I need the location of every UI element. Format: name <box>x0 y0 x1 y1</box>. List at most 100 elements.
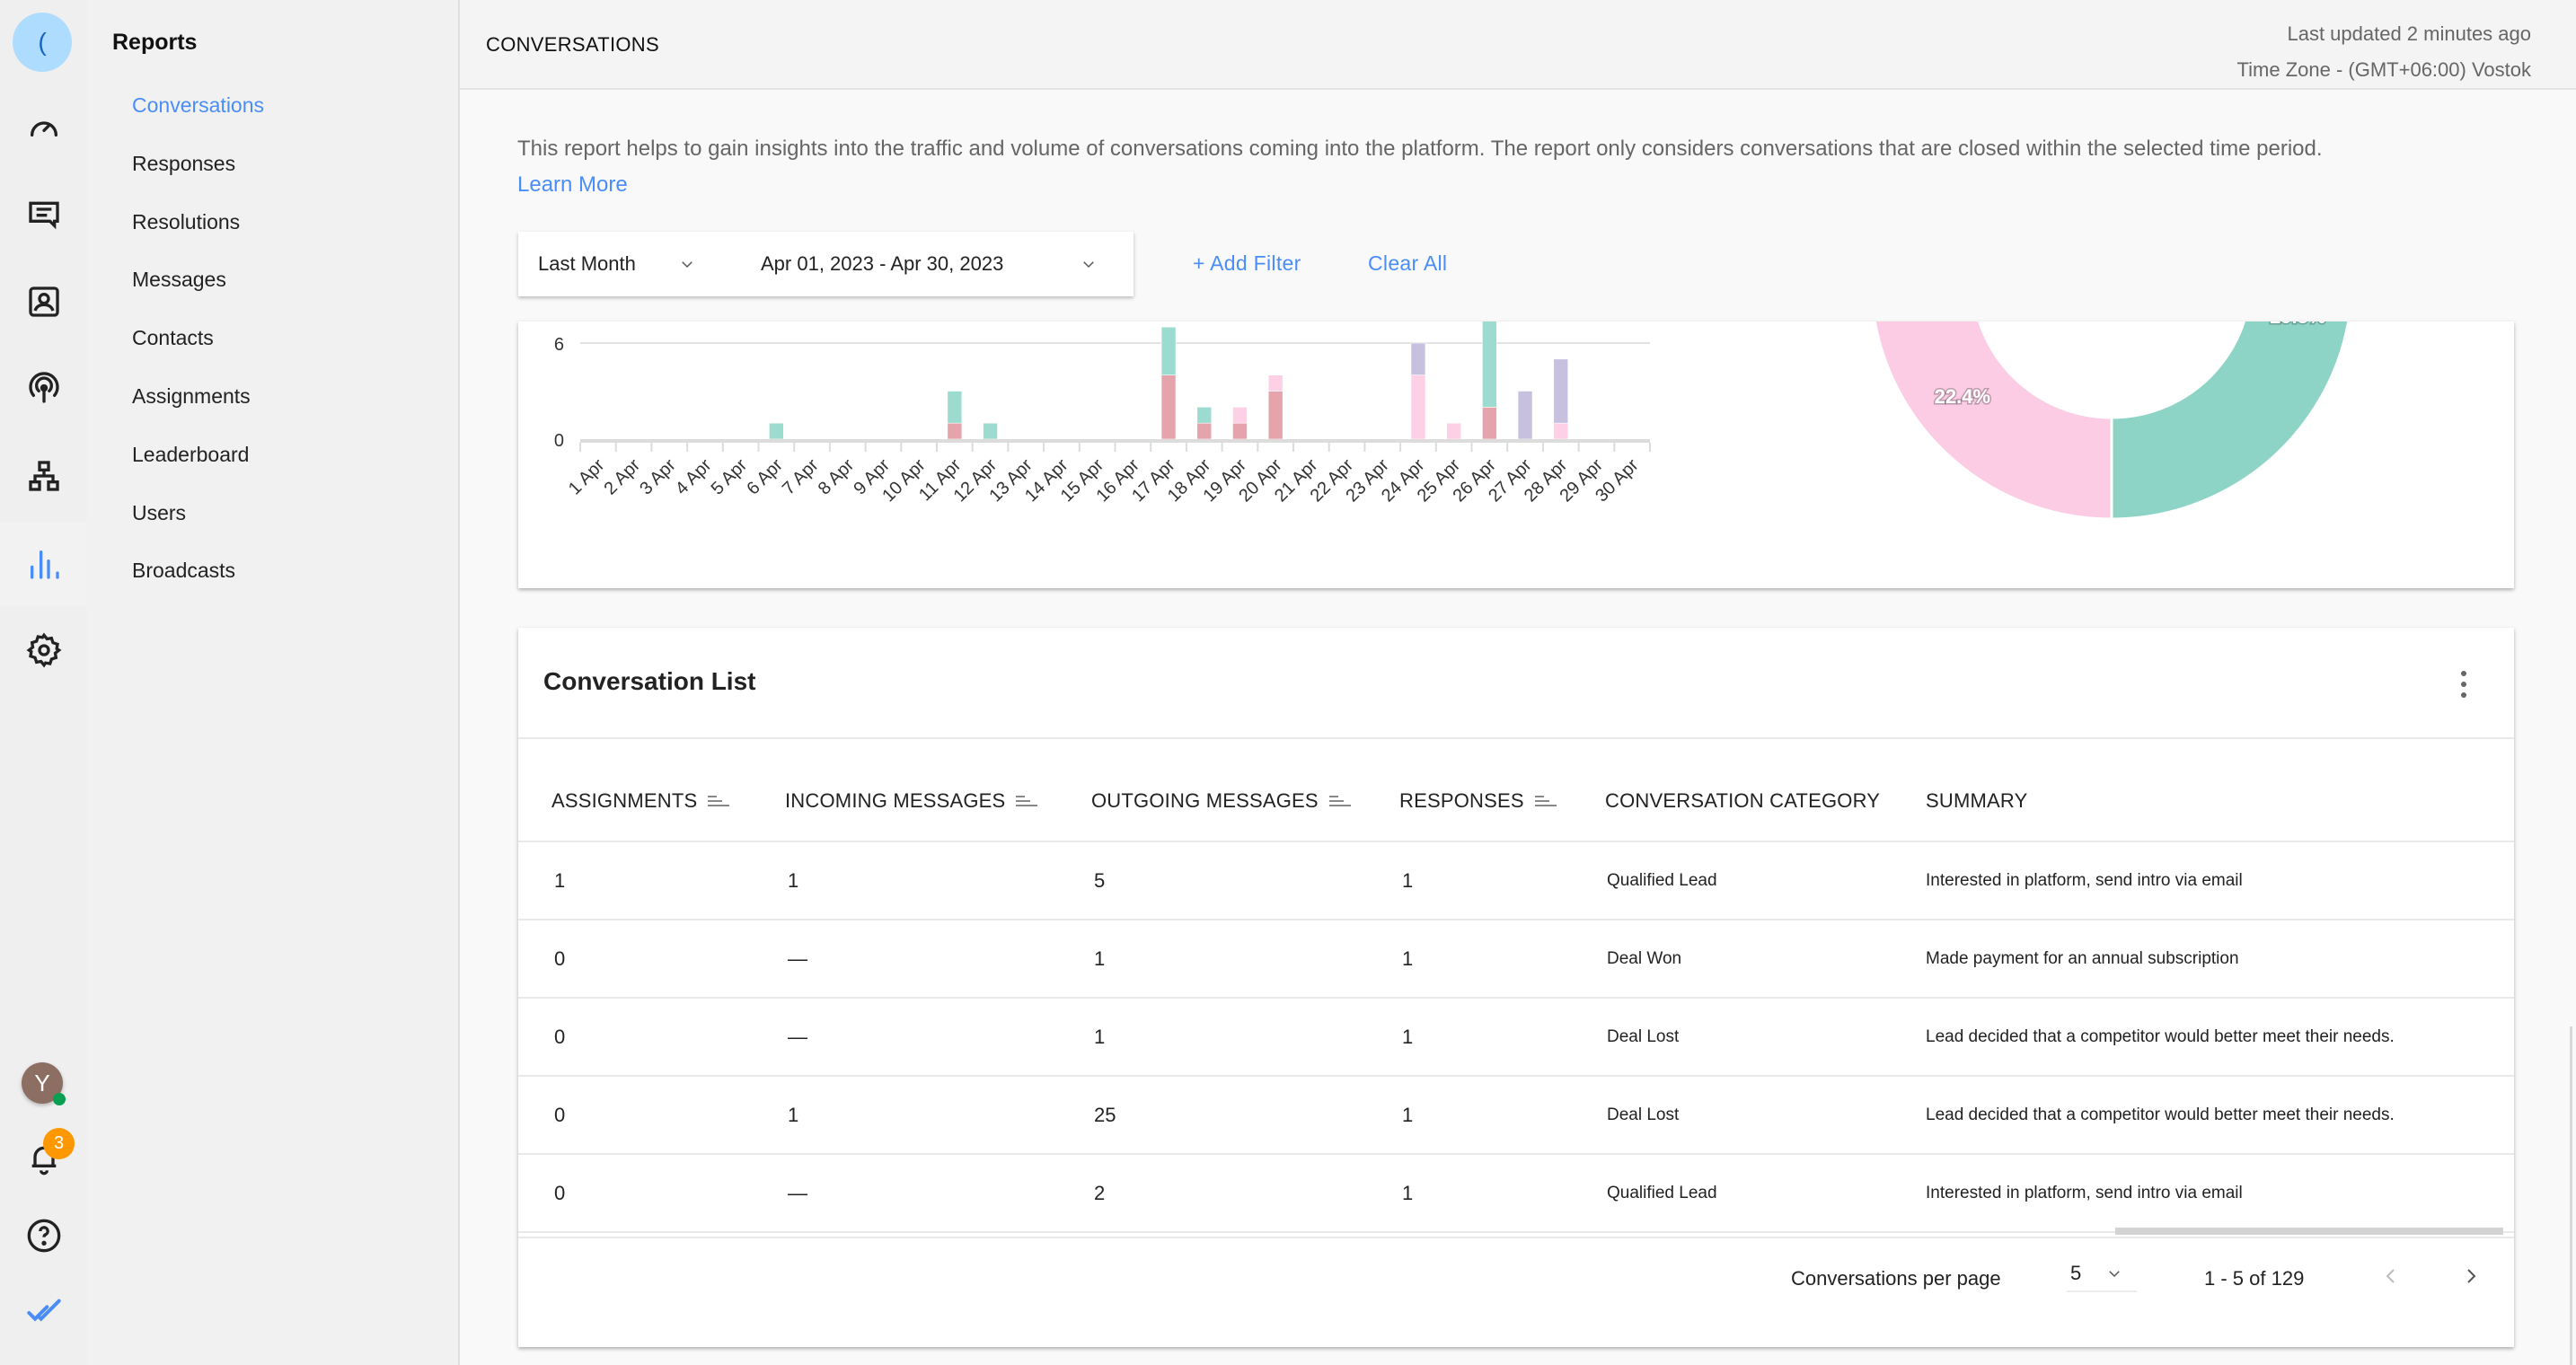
sidebar-item-leaderboard[interactable]: Leaderboard <box>132 443 249 467</box>
table-row[interactable]: 0 — 2 1 Qualified Lead Interested in platform… <box>518 1154 2514 1233</box>
bar-segment-teal <box>947 391 963 424</box>
horizontal-scrollbar[interactable] <box>2115 1228 2503 1235</box>
list-title: Conversation List <box>543 667 756 695</box>
contacts-nav-button[interactable] <box>0 260 87 343</box>
sidebar-item-contacts[interactable]: Contacts <box>132 326 214 350</box>
brand-logo[interactable]: ( <box>13 13 72 72</box>
bar-segment-pink <box>1232 407 1248 424</box>
x-tick-label: 4 Apr <box>672 455 716 499</box>
bar-segment-red <box>1160 374 1177 440</box>
sidebar-item-assignments[interactable]: Assignments <box>132 384 251 409</box>
x-tick-label: 6 Apr <box>743 455 787 499</box>
sort-icon[interactable] <box>1534 794 1557 808</box>
bar-segment-pink <box>1446 422 1461 440</box>
sidebar-item-users[interactable]: Users <box>132 501 186 525</box>
cell-outgoing-messages: 1 <box>1094 1026 1106 1048</box>
kebab-dot <box>2461 692 2466 698</box>
cell-assignments: 1 <box>554 869 566 892</box>
column-label: INCOMING MESSAGES <box>785 789 1006 812</box>
sort-icon[interactable] <box>1328 794 1351 808</box>
pagination-range: 1 - 5 of 129 <box>2204 1267 2305 1290</box>
sidebar-item-messages[interactable]: Messages <box>132 268 226 292</box>
sort-icon[interactable] <box>1016 794 1038 808</box>
divider <box>518 1237 2514 1238</box>
table-row[interactable]: 1 1 5 1 Qualified Lead Interested in platform… <box>518 841 2514 920</box>
cell-summary: Made payment for an annual subscription <box>1926 949 2239 968</box>
sidebar-item-responses[interactable]: Responses <box>132 152 235 176</box>
cell-incoming-messages: 1 <box>788 1104 799 1126</box>
cell-responses: 1 <box>1402 1182 1414 1204</box>
bar-segment-red <box>1267 391 1284 440</box>
x-tick-label: 2 Apr <box>601 455 645 499</box>
cell-incoming-messages: — <box>788 947 807 970</box>
report-description: This report helps to gain insights into … <box>517 131 2520 203</box>
column-header-responses[interactable]: RESPONSES <box>1399 789 1557 813</box>
table-row[interactable]: 0 — 1 1 Deal Lost Lead decided that a competi… <box>518 998 2514 1077</box>
chevron-down-icon <box>2109 1271 2121 1278</box>
more-options-button[interactable] <box>2458 671 2469 698</box>
bar-segment-red <box>1196 422 1213 440</box>
chevron-down-icon <box>682 261 693 269</box>
help-icon <box>27 1219 60 1253</box>
clear-all-button[interactable]: Clear All <box>1368 251 1447 276</box>
notification-count-badge: 3 <box>43 1128 75 1159</box>
settings-nav-button[interactable] <box>0 609 87 691</box>
help-button[interactable] <box>0 1194 87 1277</box>
header-meta: Last updated 2 minutes ago Time Zone - (… <box>2237 16 2531 88</box>
cell-assignments: 0 <box>554 1026 566 1048</box>
divider <box>518 737 2514 739</box>
reports-nav-button[interactable] <box>0 523 87 605</box>
dashboard-nav-button[interactable] <box>0 86 87 169</box>
bar-segment-teal <box>769 422 784 440</box>
user-avatar[interactable]: Y <box>22 1062 66 1105</box>
online-status-dot <box>53 1093 66 1105</box>
workflows-nav-button[interactable] <box>0 435 87 517</box>
donut-slice <box>1873 321 2113 521</box>
date-range-select[interactable]: Apr 01, 2023 - Apr 30, 2023 <box>761 252 1097 276</box>
donut-label: 29.3% <box>2270 321 2325 328</box>
double-check-logo-icon <box>26 1299 61 1322</box>
add-filter-button[interactable]: + Add Filter <box>1193 251 1301 276</box>
conversations-icon <box>28 201 59 230</box>
period-select[interactable]: Last Month <box>538 252 745 276</box>
bar-segment-purple <box>1517 391 1533 440</box>
column-label: CONVERSATION CATEGORY <box>1605 789 1881 812</box>
column-header-assignments[interactable]: ASSIGNMENTS <box>551 789 730 813</box>
sidebar-item-broadcasts[interactable]: Broadcasts <box>132 559 235 583</box>
bar-segment-pink <box>1553 422 1569 440</box>
column-header-summary: SUMMARY <box>1926 789 2027 813</box>
broadcasts-nav-button[interactable] <box>0 347 87 429</box>
sort-icon[interactable] <box>708 794 730 808</box>
previous-page-button[interactable] <box>2380 1265 2402 1287</box>
cell-outgoing-messages: 5 <box>1094 869 1106 892</box>
x-tick-label: 8 Apr <box>815 455 859 499</box>
learn-more-link[interactable]: Learn More <box>517 172 628 197</box>
x-tick-label: 3 Apr <box>636 455 680 499</box>
sidebar-item-conversations[interactable]: Conversations <box>132 93 264 118</box>
bar-segment-teal <box>983 422 998 440</box>
notifications-button[interactable] <box>0 1117 87 1200</box>
reports-sidebar: Reports Conversations Responses Resoluti… <box>87 0 460 1365</box>
bar-segment-teal <box>1196 407 1213 424</box>
kebab-dot <box>2461 682 2466 687</box>
column-label: OUTGOING MESSAGES <box>1091 789 1319 812</box>
table-row[interactable]: 0 1 25 1 Deal Lost Lead decided that a compet… <box>518 1076 2514 1155</box>
column-header-outgoing-messages[interactable]: OUTGOING MESSAGES <box>1091 789 1351 813</box>
per-page-select[interactable]: 5 <box>2067 1256 2137 1292</box>
next-page-button[interactable] <box>2460 1265 2482 1287</box>
page-vertical-scrollbar[interactable] <box>2570 1026 2572 1365</box>
kebab-dot <box>2461 671 2466 676</box>
app-logo-button[interactable] <box>0 1272 87 1354</box>
y-tick-label: 6 <box>554 335 564 355</box>
cell-outgoing-messages: 2 <box>1094 1182 1106 1204</box>
conversations-bar-chart: 0 6 1 Apr2 Apr3 Apr4 Apr5 Apr6 Apr7 Apr8 A… <box>554 321 1651 506</box>
column-header-incoming-messages[interactable]: INCOMING MESSAGES <box>785 789 1038 813</box>
sidebar-item-resolutions[interactable]: Resolutions <box>132 210 240 234</box>
x-tick-label: 1 Apr <box>565 455 609 499</box>
time-zone-text: Time Zone - (GMT+06:00) Vostok <box>2236 58 2531 81</box>
cell-assignments: 0 <box>554 1104 566 1126</box>
conversations-nav-button[interactable] <box>0 172 87 255</box>
bar-segment-purple <box>1553 358 1569 424</box>
notification-count: 3 <box>53 1133 65 1153</box>
table-row[interactable]: 0 — 1 1 Deal Won Made payment for an annual s… <box>518 920 2514 999</box>
